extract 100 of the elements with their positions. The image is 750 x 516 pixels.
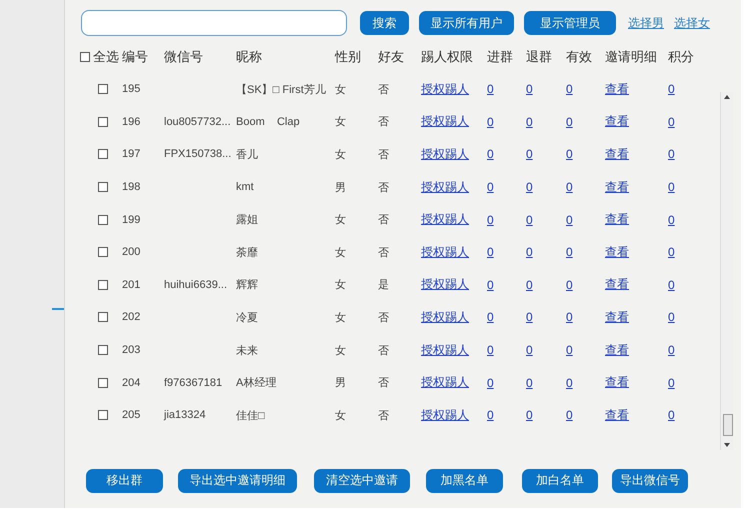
row-checkbox[interactable] — [98, 410, 108, 420]
scroll-thumb[interactable] — [723, 414, 733, 436]
view-link[interactable]: 查看 — [605, 113, 629, 130]
count-link[interactable]: 0 — [566, 212, 573, 227]
action-button[interactable]: 导出微信号 — [612, 468, 688, 493]
action-button[interactable]: 移出群 — [86, 468, 163, 493]
kick-permission-link[interactable]: 授权踢人 — [421, 276, 469, 294]
count-link[interactable]: 0 — [487, 343, 494, 358]
column-header: 踢人权限 — [421, 48, 473, 66]
count-link[interactable]: 0 — [566, 147, 573, 162]
count-link[interactable]: 0 — [566, 376, 573, 390]
kick-permission-link[interactable]: 授权踢人 — [421, 308, 469, 326]
row-checkbox[interactable] — [98, 149, 108, 160]
count-link[interactable]: 0 — [526, 147, 533, 162]
count-link[interactable]: 0 — [526, 408, 533, 422]
count-link[interactable]: 0 — [487, 212, 494, 227]
kick-permission-link[interactable]: 授权踢人 — [421, 406, 469, 424]
count-link[interactable]: 0 — [526, 114, 533, 129]
count-link[interactable]: 0 — [668, 114, 675, 129]
row-checkbox[interactable] — [98, 247, 108, 258]
count-link[interactable]: 0 — [487, 114, 494, 129]
count-link[interactable]: 0 — [566, 343, 573, 358]
count-link[interactable]: 0 — [668, 82, 675, 96]
table-cell: 205 — [122, 409, 140, 422]
toolbar-button[interactable]: 显示所有用户 — [419, 11, 514, 35]
table-cell: huihui6639... — [164, 278, 227, 291]
view-link[interactable]: 查看 — [605, 178, 629, 196]
count-link[interactable]: 0 — [526, 180, 533, 194]
view-link[interactable]: 查看 — [605, 308, 629, 326]
view-link[interactable]: 查看 — [605, 374, 629, 392]
toolbar-button[interactable]: 显示管理员 — [524, 11, 616, 35]
search-field[interactable] — [81, 10, 347, 36]
count-link[interactable]: 0 — [487, 376, 494, 390]
view-link[interactable]: 查看 — [605, 211, 629, 228]
row-checkbox[interactable] — [98, 214, 108, 225]
count-link[interactable]: 0 — [526, 343, 533, 358]
count-link[interactable]: 0 — [526, 278, 533, 292]
table-cell: 202 — [122, 311, 140, 324]
scroll-up-icon[interactable] — [724, 95, 730, 99]
count-link[interactable]: 0 — [566, 310, 573, 324]
view-link[interactable]: 查看 — [605, 80, 629, 98]
view-link[interactable]: 查看 — [605, 276, 629, 294]
count-link[interactable]: 0 — [668, 343, 675, 358]
count-link[interactable]: 0 — [526, 212, 533, 227]
kick-permission-link[interactable]: 授权踢人 — [421, 146, 469, 163]
count-link[interactable]: 0 — [566, 114, 573, 129]
count-link[interactable]: 0 — [668, 245, 675, 260]
kick-permission-link[interactable]: 授权踢人 — [421, 374, 469, 392]
row-checkbox[interactable] — [98, 116, 108, 127]
count-link[interactable]: 0 — [668, 180, 675, 194]
count-link[interactable]: 0 — [487, 278, 494, 292]
count-link[interactable]: 0 — [668, 408, 675, 422]
action-button[interactable]: 清空选中邀请 — [314, 468, 410, 493]
action-button[interactable]: 加白名单 — [522, 468, 598, 493]
kick-permission-link[interactable]: 授权踢人 — [421, 211, 469, 228]
kick-permission-link[interactable]: 授权踢人 — [421, 80, 469, 98]
count-link[interactable]: 0 — [526, 376, 533, 390]
count-link[interactable]: 0 — [487, 147, 494, 162]
row-checkbox[interactable] — [98, 182, 108, 192]
count-link[interactable]: 0 — [668, 376, 675, 390]
view-link[interactable]: 查看 — [605, 146, 629, 163]
count-link[interactable]: 0 — [566, 278, 573, 292]
count-link[interactable]: 0 — [526, 245, 533, 260]
filter-link[interactable]: 选择男 — [628, 14, 664, 32]
count-link[interactable]: 0 — [526, 310, 533, 324]
table-cell: 199 — [122, 214, 140, 226]
count-link[interactable]: 0 — [668, 310, 675, 324]
table-cell: 203 — [122, 344, 140, 356]
count-link[interactable]: 0 — [487, 310, 494, 324]
count-link[interactable]: 0 — [487, 408, 494, 422]
view-link[interactable]: 查看 — [605, 406, 629, 424]
kick-permission-link[interactable]: 授权踢人 — [421, 244, 469, 261]
count-link[interactable]: 0 — [526, 82, 533, 96]
count-link[interactable]: 0 — [566, 245, 573, 260]
kick-permission-link[interactable]: 授权踢人 — [421, 113, 469, 130]
row-checkbox[interactable] — [98, 84, 108, 94]
row-checkbox[interactable] — [98, 378, 108, 388]
select-all-checkbox[interactable] — [80, 52, 90, 62]
toolbar-button[interactable]: 搜索 — [360, 11, 409, 35]
count-link[interactable]: 0 — [487, 82, 494, 96]
kick-permission-link[interactable]: 授权踢人 — [421, 342, 469, 359]
count-link[interactable]: 0 — [487, 180, 494, 194]
count-link[interactable]: 0 — [668, 147, 675, 162]
row-checkbox[interactable] — [98, 345, 108, 356]
count-link[interactable]: 0 — [487, 245, 494, 260]
kick-permission-link[interactable]: 授权踢人 — [421, 178, 469, 196]
count-link[interactable]: 0 — [566, 408, 573, 422]
count-link[interactable]: 0 — [668, 278, 675, 292]
view-link[interactable]: 查看 — [605, 244, 629, 261]
action-button[interactable]: 加黑名单 — [426, 468, 503, 493]
row-checkbox[interactable] — [98, 280, 108, 290]
view-link[interactable]: 查看 — [605, 342, 629, 359]
filter-link[interactable]: 选择女 — [674, 14, 710, 32]
table-cell: 200 — [122, 246, 140, 258]
count-link[interactable]: 0 — [566, 82, 573, 96]
row-checkbox[interactable] — [98, 312, 108, 322]
scroll-down-icon[interactable] — [724, 443, 730, 447]
count-link[interactable]: 0 — [668, 212, 675, 227]
count-link[interactable]: 0 — [566, 180, 573, 194]
action-button[interactable]: 导出选中邀请明细 — [178, 468, 297, 493]
